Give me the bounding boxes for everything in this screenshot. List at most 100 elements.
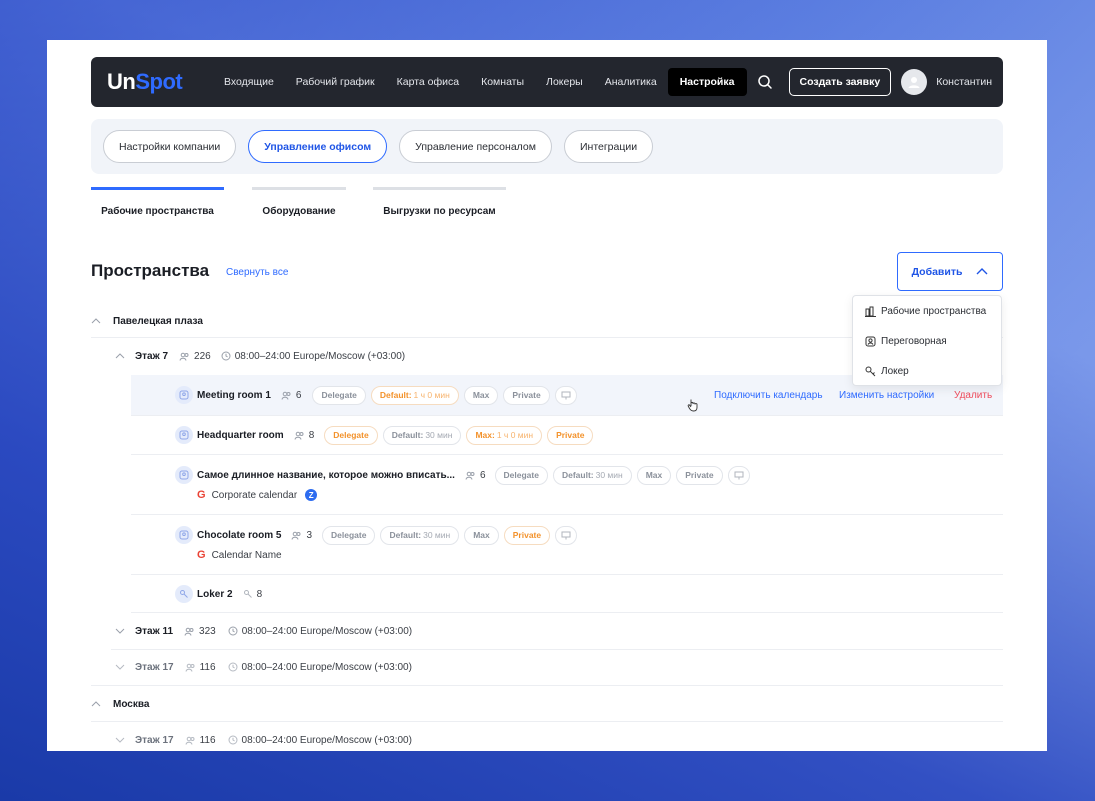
capacity: 6 <box>465 470 486 481</box>
tab-integrations[interactable]: Интеграции <box>563 130 654 163</box>
room-row[interactable]: Самое длинное название, которое можно вп… <box>131 465 1003 485</box>
collapse-all-link[interactable]: Свернуть все <box>226 267 288 278</box>
tab-company-settings[interactable]: Настройки компании <box>103 130 237 163</box>
chevron-down-icon[interactable] <box>115 662 125 672</box>
floor-row[interactable]: Этаж 11 323 08:00–24:00 Europe/Moscow (+… <box>91 621 1003 641</box>
add-button[interactable]: Добавить <box>897 252 1003 291</box>
floor-row[interactable]: Этаж 17 116 08:00–24:00 Europe/Moscow (+… <box>91 657 1003 677</box>
logo[interactable]: UnSpot <box>107 69 213 95</box>
key-icon <box>243 590 252 598</box>
max-duration-tag: Max: 1 ч 0 мин <box>466 425 543 445</box>
clock-icon <box>228 626 238 636</box>
people-icon <box>294 431 304 440</box>
divider <box>91 685 1003 686</box>
meeting-room-icon <box>175 526 193 544</box>
divider <box>131 454 1003 455</box>
working-hours: 08:00–24:00 Europe/Moscow (+03:00) <box>228 662 412 673</box>
room-name: Meeting room 1 <box>197 389 271 401</box>
presentation-icon <box>555 525 578 545</box>
chevron-down-icon[interactable] <box>115 626 125 636</box>
search-icon[interactable] <box>755 72 775 92</box>
top-nav: UnSpot Входящие Рабочий график Карта офи… <box>91 57 1003 107</box>
chevron-up-icon[interactable] <box>91 699 101 709</box>
delegate-tag: Delegate <box>322 525 376 545</box>
delegate-tag: Delegate <box>324 425 378 445</box>
add-dropdown-menu: Рабочие пространства Переговорная Локер <box>852 295 1002 386</box>
divider <box>131 415 1003 416</box>
calendar-link[interactable]: G Corporate calendar Z <box>197 489 318 501</box>
divider <box>131 514 1003 515</box>
site-name: Москва <box>113 698 150 710</box>
tab-equipment[interactable]: Оборудование <box>252 187 346 217</box>
private-tag: Private <box>547 425 594 445</box>
chevron-down-icon[interactable] <box>115 735 125 745</box>
connect-calendar-link[interactable]: Подключить календарь <box>714 390 823 401</box>
delegate-tag: Delegate <box>312 385 366 405</box>
nav-item-settings[interactable]: Настройка <box>667 68 747 96</box>
people-icon <box>179 352 189 361</box>
capacity: 116 <box>185 662 216 673</box>
floor-name: Этаж 17 <box>135 661 174 673</box>
tab-resource-exports[interactable]: Выгрузки по ресурсам <box>373 187 506 217</box>
google-icon: G <box>197 549 206 561</box>
tab-office-management[interactable]: Управление офисом <box>248 130 388 163</box>
capacity: 323 <box>184 626 216 637</box>
room-name: Chocolate room 5 <box>197 529 282 541</box>
clock-icon <box>228 735 238 745</box>
nav-item-analytics[interactable]: Аналитика <box>594 76 668 88</box>
key-icon <box>865 366 876 376</box>
tag-list: Delegate Default: 30 мин Max Private <box>322 525 582 545</box>
nav-item-rooms[interactable]: Комнаты <box>470 76 535 88</box>
capacity: 8 <box>294 430 314 441</box>
delete-link[interactable]: Удалить <box>954 390 992 401</box>
nav-item-inbox[interactable]: Входящие <box>213 76 285 88</box>
nav-item-office-map[interactable]: Карта офиса <box>386 76 470 88</box>
capacity: 3 <box>291 530 312 541</box>
tab-workspaces[interactable]: Рабочие пространства <box>91 187 224 217</box>
site-name: Павелецкая плаза <box>113 315 203 327</box>
capacity: 6 <box>281 390 301 401</box>
menu-item-workspaces[interactable]: Рабочие пространства <box>853 296 1001 326</box>
private-tag: Private <box>676 465 723 485</box>
clock-icon <box>228 662 238 672</box>
room-row[interactable]: Headquarter room 8 Delegate Default: 30 м… <box>131 425 1003 445</box>
tag-list: Delegate Default: 30 мин Max Private <box>494 465 755 485</box>
app-window: UnSpot Входящие Рабочий график Карта офи… <box>47 40 1047 751</box>
desk-icon <box>865 306 876 317</box>
floor-name: Этаж 11 <box>135 625 174 637</box>
user-name: Константин <box>936 76 993 88</box>
tag-list: Delegate Default: 1 ч 0 мин Max Private <box>312 385 581 405</box>
floor-name: Этаж 7 <box>135 350 169 362</box>
capacity: 116 <box>185 735 216 746</box>
meeting-room-icon <box>865 336 876 346</box>
divider <box>91 721 1003 722</box>
chevron-up-icon[interactable] <box>115 351 125 361</box>
menu-item-locker[interactable]: Локер <box>853 356 1001 386</box>
chevron-up-icon[interactable] <box>91 316 101 326</box>
user-menu[interactable]: Константин <box>901 69 992 95</box>
meeting-room-icon <box>175 466 193 484</box>
floor-row[interactable]: Этаж 17 116 08:00–24:00 Europe/Moscow (+… <box>91 730 1003 750</box>
presentation-icon <box>727 465 750 485</box>
nav-item-schedule[interactable]: Рабочий график <box>285 76 386 88</box>
people-icon <box>281 391 291 400</box>
edit-settings-link[interactable]: Изменить настройки <box>839 390 934 401</box>
nav-item-lockers[interactable]: Локеры <box>535 76 594 88</box>
locker-row[interactable]: Loker 2 8 <box>131 584 1003 604</box>
menu-item-meeting-room[interactable]: Переговорная <box>853 326 1001 356</box>
settings-sections: Настройки компании Управление офисом Упр… <box>91 119 1003 174</box>
avatar <box>901 69 928 95</box>
divider <box>131 574 1003 575</box>
people-icon <box>291 531 301 540</box>
presentation-icon <box>554 385 577 405</box>
room-row[interactable]: Chocolate room 5 3 Delegate Default: 30 м… <box>131 525 1003 545</box>
create-request-button[interactable]: Создать заявку <box>788 68 892 96</box>
working-hours: 08:00–24:00 Europe/Moscow (+03:00) <box>228 626 412 637</box>
room-name: Самое длинное название, которое можно вп… <box>197 469 455 481</box>
site-row[interactable]: Москва <box>91 694 1003 714</box>
calendar-link[interactable]: G Calendar Name <box>197 549 282 561</box>
page-title: Пространства <box>91 261 210 280</box>
floor-name: Этаж 17 <box>135 734 174 746</box>
tab-staff-management[interactable]: Управление персоналом <box>399 130 552 163</box>
office-subtabs: Рабочие пространства Оборудование Выгруз… <box>91 187 506 217</box>
